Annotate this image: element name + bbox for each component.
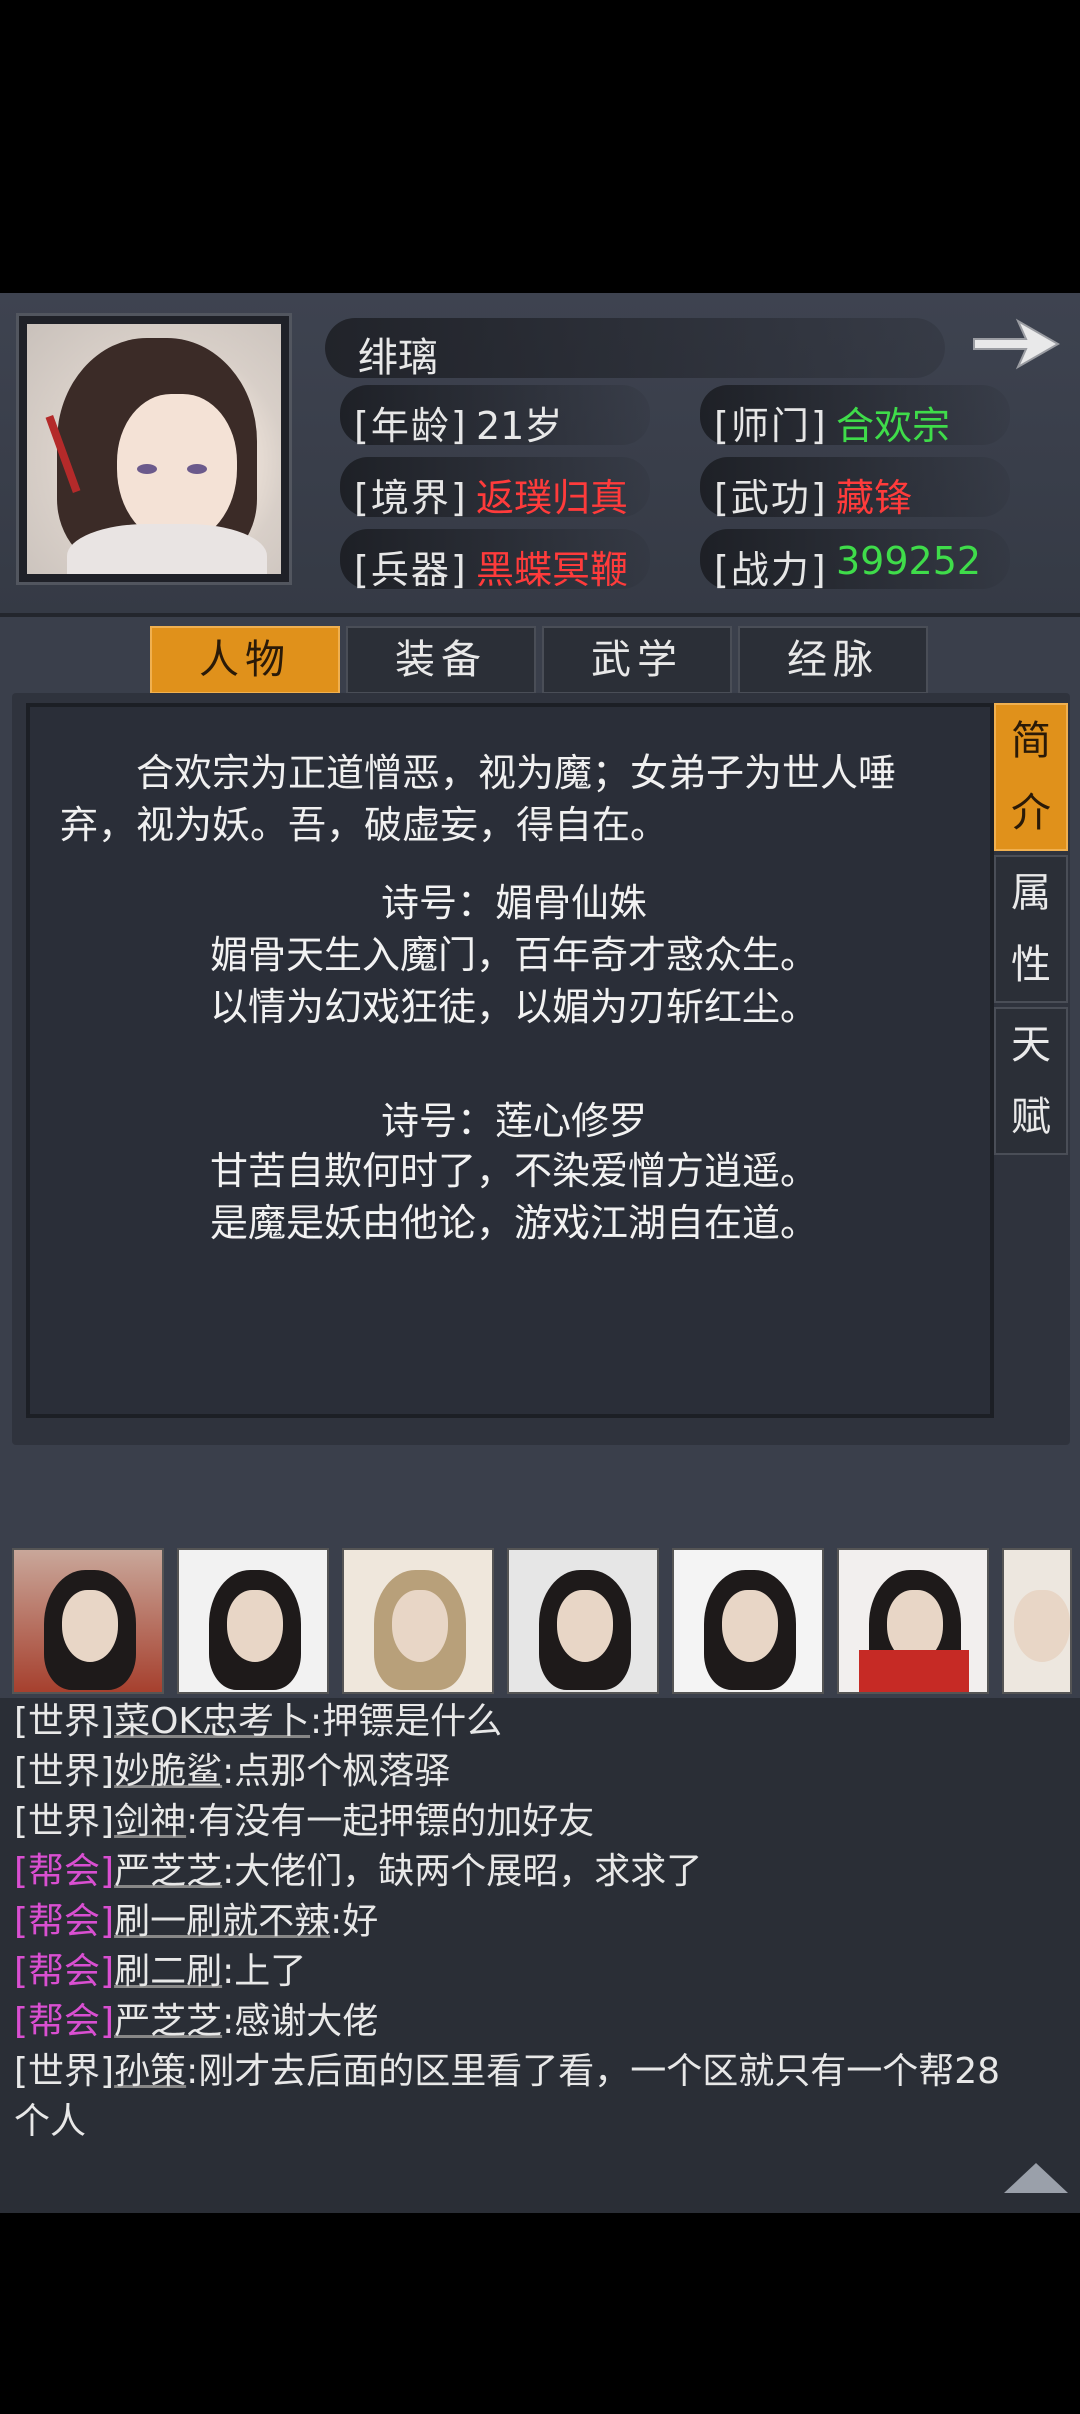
character-name: 绯璃	[358, 335, 438, 381]
avatar[interactable]	[507, 1548, 659, 1694]
chat-line: [帮会]严芝芝:感谢大佬	[14, 2001, 379, 2042]
avatar[interactable]	[12, 1548, 164, 1694]
character-portrait	[16, 313, 292, 585]
avatar-strip	[12, 1548, 1080, 1696]
side-tab-talent[interactable]: 天 赋	[994, 1007, 1068, 1155]
tab-character[interactable]: 人物	[150, 626, 340, 694]
tab-meridians[interactable]: 经脉	[738, 626, 928, 694]
attr-skill: [武功] 藏锋	[700, 457, 1010, 520]
chat-panel[interactable]: [世界]菜OK忠考卜:押镖是什么 [世界]妙脆鲨:点那个枫落驿 [世界]剑神:有…	[0, 1698, 1080, 2213]
avatar[interactable]	[672, 1548, 824, 1694]
chat-line: [帮会]刷二刷:上了	[14, 1951, 307, 1992]
scroll-up-icon[interactable]	[1004, 2163, 1068, 2193]
avatar[interactable]	[177, 1548, 329, 1694]
avatar[interactable]	[342, 1548, 494, 1694]
attr-sect: [师门] 合欢宗	[700, 385, 1010, 448]
tab-equipment[interactable]: 装备	[346, 626, 536, 694]
poem-2-title: 诗号：莲心修罗	[380, 1099, 647, 1143]
poem-2-line2: 是魔是妖由他论，游戏江湖自在道。	[209, 1201, 818, 1245]
arrow-right-icon[interactable]	[968, 309, 1064, 379]
attr-weapon: [兵器] 黑蝶冥鞭	[340, 529, 650, 592]
profile-header: 绯璃 [年龄] 21岁 [师门] 合欢宗 [境界] 返璞归真 [武功] 藏锋 […	[0, 293, 1080, 617]
chat-line: [世界]菜OK忠考卜:押镖是什么	[14, 1701, 503, 1742]
chat-line: [世界]孙策:刚才去后面的区里看了看，一个区就只有一个帮28	[14, 2051, 1001, 2092]
chat-line: [世界]妙脆鲨:点那个枫落驿	[14, 1751, 451, 1792]
avatar[interactable]	[837, 1548, 989, 1694]
chat-line: 个人	[14, 2101, 87, 2142]
poem-1-line2: 以情为幻戏狂徒，以媚为刃斩红尘。	[209, 985, 818, 1029]
attr-age: [年龄] 21岁	[340, 385, 650, 448]
intro-panel: 合欢宗为正道憎恶，视为魔；女弟子为世人唾弃，视为妖。吾，破虚妄，得自在。 诗号：…	[26, 703, 994, 1418]
intro-text: 合欢宗为正道憎恶，视为魔；女弟子为世人唾弃，视为妖。吾，破虚妄，得自在。	[60, 751, 897, 847]
poem-1-line1: 媚骨天生入魔门，百年奇才惑众生。	[209, 933, 818, 977]
game-screen: 绯璃 [年龄] 21岁 [师门] 合欢宗 [境界] 返璞归真 [武功] 藏锋 […	[0, 293, 1080, 2213]
attr-power: [战力] 399252	[700, 529, 1010, 592]
portrait-art	[27, 324, 281, 574]
chat-line: [世界]剑神:有没有一起押镖的加好友	[14, 1801, 595, 1842]
side-tab-attributes[interactable]: 属 性	[994, 855, 1068, 1003]
chat-line: [帮会]严芝芝:大佬们，缺两个展昭，求求了	[14, 1851, 703, 1892]
chat-line: [帮会]刷一刷就不辣:好	[14, 1901, 379, 1942]
side-tab-intro[interactable]: 简 介	[994, 703, 1068, 851]
poem-2-line1: 甘苦自欺何时了，不染爱憎方逍遥。	[209, 1149, 818, 1193]
attr-realm: [境界] 返璞归真	[340, 457, 650, 520]
tab-martial-arts[interactable]: 武学	[542, 626, 732, 694]
avatar[interactable]	[1002, 1548, 1072, 1694]
poem-1-title: 诗号：媚骨仙姝	[380, 881, 647, 925]
